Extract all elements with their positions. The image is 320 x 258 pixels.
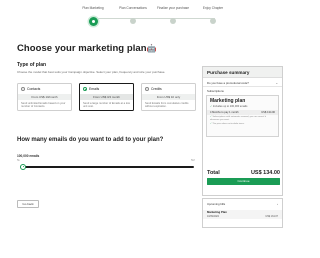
- plan-radio[interactable]: [21, 87, 25, 91]
- step-dot-active: [88, 16, 98, 26]
- check-icon: ✓: [210, 105, 213, 108]
- plan-description: Send a large number of Emails at a low u…: [83, 102, 130, 109]
- chevron-right-icon: ›: [277, 202, 278, 206]
- subscription-note: ✓ Subscriptions with automatic renewal, …: [207, 115, 278, 122]
- subscription-item: Marketing plan ✓ Includes up to 100,000 …: [206, 95, 279, 137]
- subscription-price-value: US$ 134.00: [261, 111, 275, 114]
- plan-name: Contacts: [27, 87, 41, 91]
- plan-radio[interactable]: [145, 87, 149, 91]
- step-enjoy-chapter[interactable]: Enjoy Chapter: [183, 6, 243, 24]
- stepper-line: [95, 18, 215, 19]
- continue-button[interactable]: Continue: [207, 178, 280, 185]
- type-of-plan-subtitle: Choose the model that best suits your Ca…: [17, 70, 166, 74]
- page-title: Choose your marketing plan🤖: [17, 43, 157, 54]
- step-dot: [210, 18, 216, 24]
- total-row: Total US$ 134.00: [207, 170, 280, 176]
- summary-title: Purchase summary: [203, 67, 282, 78]
- robot-icon: 🤖: [146, 44, 157, 53]
- subscription-price-label: 4 Months to pay 1 month: [210, 111, 239, 114]
- checkout-stepper: Plan Marketing Plan Conversations Finali…: [0, 0, 300, 26]
- emails-count: 100,000 emails: [17, 154, 40, 158]
- upcoming-bill-date: 10/09/2022: [207, 215, 219, 218]
- promo-code-toggle[interactable]: Do you have a promotional code? ⌄: [203, 78, 282, 87]
- total-label: Total: [207, 170, 220, 176]
- plan-name: Credits: [151, 87, 162, 91]
- plan-description: Send Emails from cumulative credits with…: [145, 102, 189, 109]
- subscription-includes-text: Includes up to 100,000 emails: [212, 105, 248, 108]
- upcoming-bills-label: Upcoming bills: [207, 202, 226, 206]
- step-dot: [170, 18, 176, 24]
- subscription-includes: ✓ Includes up to 100,000 emails: [207, 105, 278, 108]
- subscription-note-text: Subscriptions with automatic renewal, yo…: [210, 116, 266, 121]
- plan-description: Send unlimited Emails based on your numb…: [21, 102, 66, 109]
- subscriptions-label: Subscriptions: [207, 89, 224, 93]
- emails-slider-track[interactable]: [20, 166, 194, 168]
- page-title-text: Choose your marketing plan: [17, 43, 147, 54]
- plan-card-emails[interactable]: Emails From US$ 3/4 month Send a large n…: [79, 83, 134, 111]
- slider-min-label: 5k: [17, 159, 20, 162]
- upcoming-bills[interactable]: Upcoming bills › Marketing Plan 10/09/20…: [202, 198, 283, 228]
- type-of-plan-title: Type of plan: [17, 62, 47, 68]
- slider-max-label: 5M: [191, 159, 195, 162]
- step-dot: [130, 18, 136, 24]
- upcoming-bill-row: 10/09/2022 US$ 134.07: [203, 214, 282, 219]
- plan-card-header: Emails: [80, 84, 133, 94]
- emails-slider-thumb[interactable]: [20, 163, 27, 170]
- plan-name: Emails: [89, 87, 100, 91]
- promo-code-label: Do you have a promotional code?: [207, 81, 249, 85]
- purchase-summary: Purchase summary Do you have a promotion…: [202, 66, 283, 196]
- plan-card-header: Credits: [142, 84, 195, 94]
- step-label: Enjoy Chapter: [202, 6, 224, 10]
- plan-card-credits[interactable]: Credits From US$ 10 only Send Emails fro…: [141, 83, 196, 111]
- upcoming-bill-amount: US$ 134.07: [265, 215, 278, 218]
- subscription-plan-title: Marketing plan: [210, 98, 246, 104]
- total-value: US$ 134.00: [250, 170, 280, 176]
- upcoming-bills-header: Upcoming bills ›: [203, 199, 282, 209]
- chevron-down-icon: ⌄: [275, 81, 278, 85]
- plan-radio-selected[interactable]: [83, 87, 87, 91]
- back-button[interactable]: Go back: [17, 200, 39, 208]
- subscription-note-text: The price does not include taxes.: [212, 122, 245, 125]
- plan-configurator: Type of plan Choose the model that best …: [17, 62, 197, 170]
- plan-card-contacts[interactable]: Contacts From US$ 10/month Send unlimite…: [17, 83, 72, 111]
- emails-question: How many emails do you want to add to yo…: [17, 137, 164, 143]
- subscription-note: ✓ The price does not include taxes.: [207, 122, 278, 126]
- plan-card-header: Contacts: [18, 84, 71, 94]
